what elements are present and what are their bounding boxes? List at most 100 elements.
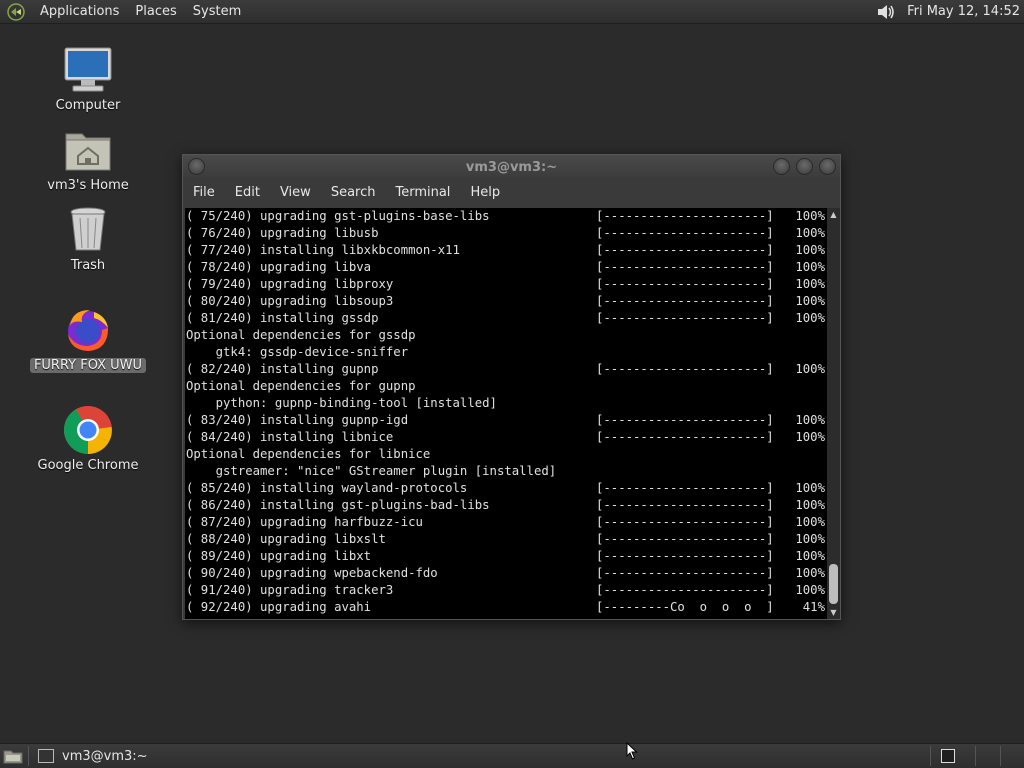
terminal-line-text: ( 88/240) upgrading libxslt bbox=[186, 532, 386, 546]
desktop-icon-label: vm3's Home bbox=[47, 178, 129, 193]
terminal-line: ( 79/240) upgrading libproxy [-----------… bbox=[186, 276, 827, 293]
trash-icon bbox=[62, 204, 114, 256]
progress-bar-text: [----------------------] bbox=[596, 481, 774, 495]
progress-bar-text: [----------------------] bbox=[596, 515, 774, 529]
terminal-line-text: ( 78/240) upgrading libva bbox=[186, 260, 372, 274]
clock[interactable]: Fri May 12, 14:52 bbox=[907, 4, 1020, 19]
terminal-line-text: ( 83/240) installing gupnp-igd bbox=[186, 413, 409, 427]
progress-percent: 100% bbox=[795, 583, 825, 597]
progress-percent: 100% bbox=[795, 226, 825, 240]
terminal-scrollbar[interactable]: ▲ ▼ bbox=[827, 208, 840, 619]
terminal-line-text: Optional dependencies for gssdp bbox=[186, 328, 416, 342]
terminal-line-text: ( 85/240) installing wayland-protocols bbox=[186, 481, 468, 495]
desktop-icon-trash[interactable]: Trash bbox=[28, 204, 148, 273]
terminal-line: ( 82/240) installing gupnp [-------------… bbox=[186, 361, 827, 378]
terminal-line: ( 76/240) upgrading libusb [-------------… bbox=[186, 225, 827, 242]
home-folder-icon bbox=[62, 124, 114, 176]
menu-view[interactable]: View bbox=[270, 179, 321, 207]
progress-bar-text: [----------------------] bbox=[596, 413, 774, 427]
places-menu[interactable]: Places bbox=[127, 0, 184, 24]
progress-percent: 100% bbox=[795, 566, 825, 580]
mouse-pointer-icon bbox=[626, 742, 638, 760]
terminal-menu-bar: File Edit View Search Terminal Help bbox=[183, 179, 840, 207]
terminal-line: ( 90/240) upgrading wpebackend-fdo [-----… bbox=[186, 565, 827, 582]
progress-bar-text: [----------------------] bbox=[596, 260, 774, 274]
system-menu[interactable]: System bbox=[185, 0, 249, 24]
terminal-line: ( 84/240) installing libnice [-----------… bbox=[186, 429, 827, 446]
terminal-line: ( 75/240) upgrading gst-plugins-base-lib… bbox=[186, 208, 827, 225]
terminal-line: ( 80/240) upgrading libsoup3 [-----------… bbox=[186, 293, 827, 310]
progress-percent: 100% bbox=[795, 260, 825, 274]
menu-search[interactable]: Search bbox=[321, 179, 386, 207]
close-button[interactable] bbox=[819, 158, 836, 175]
scrollbar-thumb[interactable] bbox=[829, 564, 838, 604]
terminal-line: ( 86/240) installing gst-plugins-bad-lib… bbox=[186, 497, 827, 514]
applications-menu[interactable]: Applications bbox=[32, 0, 127, 24]
progress-bar-text: [----------------------] bbox=[596, 549, 774, 563]
progress-percent: 100% bbox=[795, 532, 825, 546]
distro-logo-icon[interactable] bbox=[6, 2, 26, 22]
chrome-icon bbox=[62, 404, 114, 456]
terminal-line-text: ( 76/240) upgrading libusb bbox=[186, 226, 379, 240]
terminal-icon bbox=[38, 749, 54, 763]
progress-bar-text: [----------------------] bbox=[596, 243, 774, 257]
progress-bar-text: [----------------------] bbox=[596, 294, 774, 308]
terminal-line: ( 88/240) upgrading libxslt [------------… bbox=[186, 531, 827, 548]
terminal-window[interactable]: vm3@vm3:~ File Edit View Search Terminal… bbox=[182, 154, 841, 620]
progress-percent: 100% bbox=[795, 498, 825, 512]
workspace-switcher-icon[interactable] bbox=[941, 749, 955, 763]
terminal-line: gtk4: gssdp-device-sniffer bbox=[186, 344, 827, 361]
terminal-output[interactable]: ( 75/240) upgrading gst-plugins-base-lib… bbox=[185, 208, 827, 619]
title-bar[interactable]: vm3@vm3:~ bbox=[183, 155, 840, 179]
top-panel: Applications Places System Fri May 12, 1… bbox=[0, 0, 1024, 24]
terminal-line: ( 81/240) installing gssdp [-------------… bbox=[186, 310, 827, 327]
desktop-icon-computer[interactable]: Computer bbox=[28, 44, 148, 113]
speaker-icon[interactable] bbox=[875, 1, 897, 23]
menu-terminal[interactable]: Terminal bbox=[385, 179, 460, 207]
desktop-icon-label: Google Chrome bbox=[37, 458, 139, 473]
terminal-line-text: ( 91/240) upgrading tracker3 bbox=[186, 583, 394, 597]
terminal-line: ( 91/240) upgrading tracker3 [-----------… bbox=[186, 582, 827, 599]
desktop-icon-label: FURRY FOX UWU bbox=[29, 358, 147, 373]
progress-percent: 100% bbox=[795, 277, 825, 291]
menu-edit[interactable]: Edit bbox=[225, 179, 270, 207]
minimize-button[interactable] bbox=[773, 158, 790, 175]
terminal-line: Optional dependencies for libnice bbox=[186, 446, 827, 463]
terminal-line: ( 78/240) upgrading libva [--------------… bbox=[186, 259, 827, 276]
desktop-icon-firefox[interactable]: FURRY FOX UWU bbox=[28, 304, 148, 373]
progress-bar-text: [---------Co o o o ] bbox=[596, 600, 774, 614]
progress-percent: 100% bbox=[795, 243, 825, 257]
terminal-line: ( 85/240) installing wayland-protocols [-… bbox=[186, 480, 827, 497]
progress-percent: 100% bbox=[795, 362, 825, 376]
progress-bar-text: [----------------------] bbox=[596, 532, 774, 546]
progress-bar-text: [----------------------] bbox=[596, 498, 774, 512]
desktop-icon-chrome[interactable]: Google Chrome bbox=[28, 404, 148, 473]
progress-bar-text: [----------------------] bbox=[596, 226, 774, 240]
terminal-line-text: ( 84/240) installing libnice bbox=[186, 430, 394, 444]
scroll-up-arrow-icon[interactable]: ▲ bbox=[827, 208, 840, 221]
menu-help[interactable]: Help bbox=[460, 179, 510, 207]
terminal-line-text: ( 87/240) upgrading harfbuzz-icu bbox=[186, 515, 423, 529]
terminal-line: Optional dependencies for gupnp bbox=[186, 378, 827, 395]
taskbar-terminal-button[interactable]: vm3@vm3:~ bbox=[38, 745, 158, 767]
terminal-line-text: python: gupnp-binding-tool [installed] bbox=[186, 396, 497, 410]
terminal-line: gstreamer: "nice" GStreamer plugin [inst… bbox=[186, 463, 827, 480]
terminal-line-text: ( 79/240) upgrading libproxy bbox=[186, 277, 394, 291]
terminal-line: Optional dependencies for gssdp bbox=[186, 327, 827, 344]
computer-icon bbox=[62, 44, 114, 96]
progress-percent: 100% bbox=[795, 430, 825, 444]
terminal-line-text: ( 82/240) installing gupnp bbox=[186, 362, 379, 376]
progress-percent: 100% bbox=[795, 549, 825, 563]
terminal-line: ( 87/240) upgrading harfbuzz-icu [-------… bbox=[186, 514, 827, 531]
progress-bar-text: [----------------------] bbox=[596, 566, 774, 580]
terminal-line-text: Optional dependencies for libnice bbox=[186, 447, 431, 461]
desktop-icon-home[interactable]: vm3's Home bbox=[28, 124, 148, 193]
progress-bar-text: [----------------------] bbox=[596, 583, 774, 597]
show-desktop-icon[interactable] bbox=[2, 747, 24, 765]
maximize-button[interactable] bbox=[796, 158, 813, 175]
terminal-line-text: ( 81/240) installing gssdp bbox=[186, 311, 379, 325]
terminal-line: ( 77/240) installing libxkbcommon-x11 [--… bbox=[186, 242, 827, 259]
scroll-down-arrow-icon[interactable]: ▼ bbox=[827, 606, 840, 619]
terminal-line-text: ( 89/240) upgrading libxt bbox=[186, 549, 372, 563]
menu-file[interactable]: File bbox=[183, 179, 225, 207]
